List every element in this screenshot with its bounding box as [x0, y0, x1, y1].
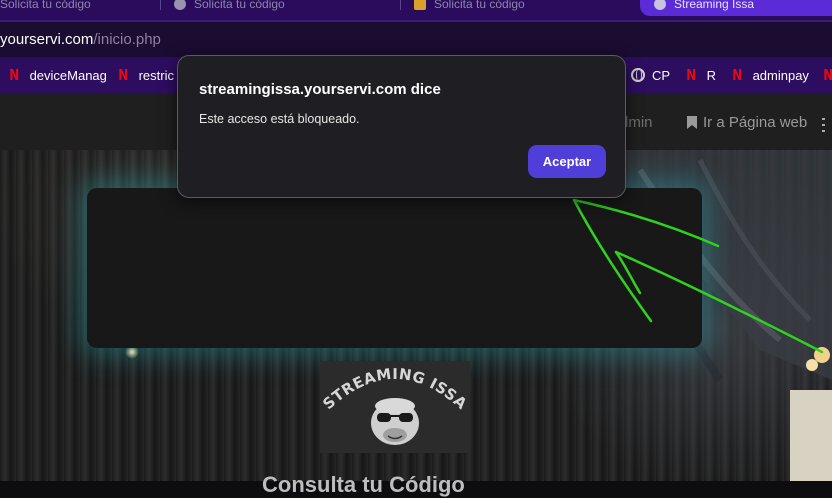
- dialog-message: Este acceso está bloqueado.: [199, 112, 360, 126]
- alert-dialog: streamingissa.yourservi.com dice Este ac…: [177, 55, 626, 198]
- accept-button[interactable]: Aceptar: [528, 145, 606, 178]
- dialog-title: streamingissa.yourservi.com dice: [199, 81, 441, 98]
